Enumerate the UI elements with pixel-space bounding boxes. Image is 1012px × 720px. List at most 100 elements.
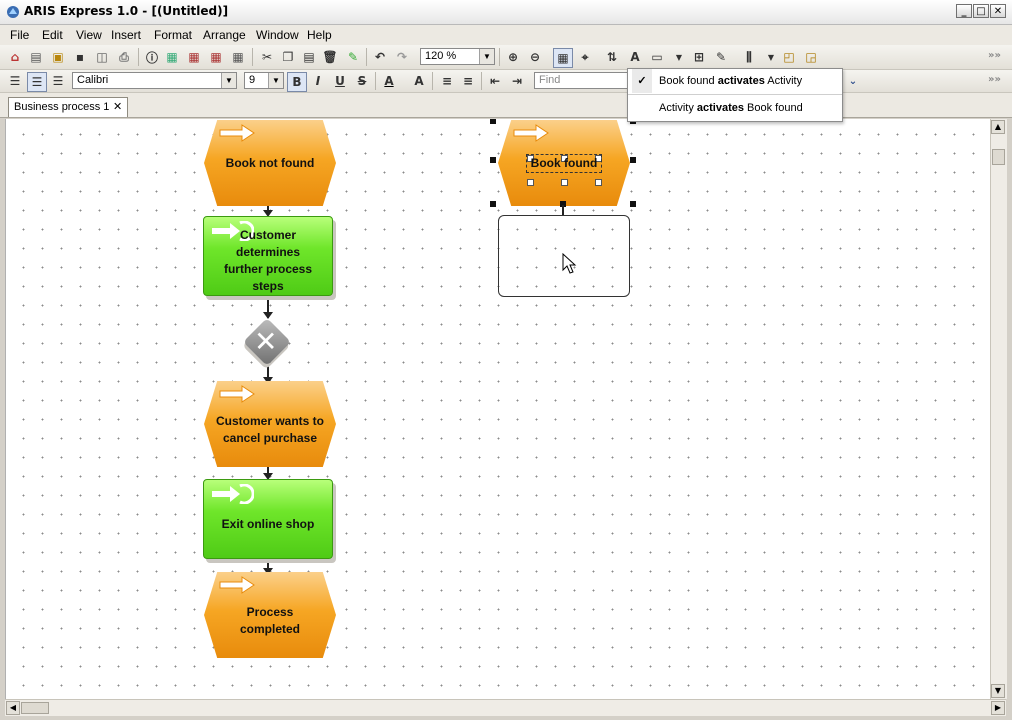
minimize-button[interactable]: _ — [956, 4, 972, 18]
function-arrow-icon — [212, 484, 254, 504]
text-handle[interactable] — [561, 179, 568, 186]
chevron-down-icon[interactable]: ⌄ — [844, 72, 862, 90]
align-center-icon[interactable]: ☰ — [27, 72, 47, 92]
zoom-select[interactable]: 120 % ▼ — [420, 48, 495, 65]
align-left-icon[interactable]: ☰ — [6, 72, 24, 90]
format-painter-icon[interactable]: ✎ — [344, 48, 362, 66]
font-size-select[interactable]: 9 ▼ — [244, 72, 284, 89]
underline-button[interactable]: U — [331, 72, 349, 90]
snap-icon[interactable]: ⌖ — [576, 48, 594, 66]
undo-icon[interactable]: ↶ — [371, 48, 389, 66]
diagram-canvas[interactable]: Book not found Customer determines furth… — [5, 119, 991, 699]
zoom-out-icon[interactable]: ⊖ — [526, 48, 544, 66]
toolbar-overflow[interactable]: »» — [988, 74, 1001, 85]
function-customer-determines[interactable]: Customer determines further process step… — [203, 216, 333, 296]
font-color-icon[interactable]: A — [380, 72, 398, 90]
bold-button[interactable]: B — [287, 72, 307, 92]
selection-handle[interactable] — [490, 119, 496, 124]
selection-handle[interactable] — [490, 201, 496, 207]
menu-format[interactable]: Format — [154, 28, 192, 42]
copy-icon[interactable]: ❐ — [279, 48, 297, 66]
align-right-icon[interactable]: ☰ — [49, 72, 67, 90]
menu-insert[interactable]: Insert — [111, 28, 141, 42]
edit-style-icon[interactable]: ✎ — [712, 48, 730, 66]
connection-option-activity-activates-book-found[interactable]: Activity activates Book found — [628, 96, 842, 121]
bullet-list-icon[interactable]: ≡ — [459, 72, 477, 90]
grid-icon[interactable]: ▦ — [553, 48, 573, 68]
find-input[interactable]: Find — [534, 72, 630, 89]
text-handle[interactable] — [527, 179, 534, 186]
maximize-button[interactable]: □ — [973, 4, 989, 18]
close-button[interactable]: ✕ — [990, 4, 1006, 18]
layout-icon[interactable]: ⊞ — [690, 48, 708, 66]
clear-format-icon[interactable]: A — [410, 72, 428, 90]
menu-arrange[interactable]: Arrange — [203, 28, 246, 42]
chevron-down-icon[interactable]: ▼ — [221, 73, 236, 88]
print-preview-icon[interactable]: ◫ — [93, 48, 111, 66]
export-svg-icon[interactable]: ▦ — [229, 48, 247, 66]
export-rtf-icon[interactable]: ▦ — [207, 48, 225, 66]
option-source: Book found — [659, 75, 718, 87]
new-icon[interactable]: ▤ — [27, 48, 45, 66]
xor-connector[interactable]: ✕ — [242, 317, 294, 369]
scroll-left-icon[interactable]: ◀ — [6, 701, 20, 715]
selection-handle[interactable] — [490, 157, 496, 163]
attribute-icon[interactable]: A — [626, 48, 644, 66]
zoom-in-icon[interactable]: ⊕ — [504, 48, 522, 66]
export-emf-icon[interactable]: ▦ — [163, 48, 181, 66]
event-book-not-found[interactable]: Book not found — [204, 120, 339, 210]
selection-handle[interactable] — [630, 201, 636, 207]
print-icon[interactable]: ⎙ — [115, 48, 133, 66]
open-icon[interactable]: ▣ — [49, 48, 67, 66]
paste-icon[interactable]: ▤ — [300, 48, 318, 66]
strike-button[interactable]: S — [353, 72, 371, 90]
font-select[interactable]: Calibri ▼ — [72, 72, 237, 89]
align-icon[interactable]: ⫼ — [740, 48, 758, 66]
node-label: Customer wants to cancel purchase — [216, 414, 325, 445]
italic-button[interactable]: I — [309, 72, 327, 90]
menu-file[interactable]: File — [10, 28, 29, 42]
chevron-down-icon[interactable]: ▼ — [268, 73, 283, 88]
text-direction-icon[interactable]: ⇅ — [603, 48, 621, 66]
tab-business-process-1[interactable]: Business process 1 ✕ — [8, 97, 128, 117]
connection-option-book-found-activates-activity[interactable]: ✓ Book found activates Activity — [628, 69, 842, 95]
cut-icon[interactable]: ✂ — [258, 48, 276, 66]
menu-window[interactable]: Window — [256, 28, 299, 42]
bring-front-icon[interactable]: ◰ — [780, 48, 798, 66]
save-icon[interactable]: ▪ — [71, 48, 89, 66]
chevron-down-icon[interactable]: ▼ — [762, 48, 780, 66]
export-pdf-icon[interactable]: ▦ — [185, 48, 203, 66]
event-book-found[interactable]: Book found — [498, 120, 633, 210]
shape-select-icon[interactable]: ▭ — [648, 48, 666, 66]
scroll-thumb[interactable] — [992, 149, 1005, 165]
scroll-up-icon[interactable]: ▲ — [991, 120, 1005, 134]
info-icon[interactable]: ⓘ — [143, 48, 161, 66]
selection-handle[interactable] — [630, 157, 636, 163]
menu-help[interactable]: Help — [307, 28, 332, 42]
event-process-completed[interactable]: Process completed — [204, 572, 339, 662]
option-relation: activates — [696, 102, 744, 114]
numbered-list-icon[interactable]: ≡ — [438, 72, 456, 90]
vertical-scrollbar[interactable]: ▲ ▼ — [990, 119, 1007, 699]
redo-icon[interactable]: ↷ — [393, 48, 411, 66]
chevron-down-icon[interactable]: ▼ — [670, 48, 688, 66]
scroll-thumb[interactable] — [21, 702, 49, 714]
function-exit-online-shop[interactable]: Exit online shop — [203, 479, 333, 559]
horizontal-scrollbar[interactable]: ◀ ▶ — [5, 699, 1006, 716]
menu-edit[interactable]: Edit — [42, 28, 63, 42]
node-label: Book found — [525, 153, 603, 173]
close-tab-icon[interactable]: ✕ — [113, 100, 122, 113]
outdent-icon[interactable]: ⇤ — [486, 72, 504, 90]
indent-icon[interactable]: ⇥ — [508, 72, 526, 90]
delete-icon[interactable]: 🗑 — [321, 48, 339, 66]
scroll-right-icon[interactable]: ▶ — [991, 701, 1005, 715]
text-handle[interactable] — [595, 179, 602, 186]
toolbar-overflow[interactable]: »» — [988, 50, 1001, 61]
scroll-down-icon[interactable]: ▼ — [991, 684, 1005, 698]
node-label: Process completed — [239, 605, 300, 636]
menu-view[interactable]: View — [76, 28, 102, 42]
chevron-down-icon[interactable]: ▼ — [479, 49, 494, 64]
send-back-icon[interactable]: ◲ — [802, 48, 820, 66]
event-customer-wants-to-cancel[interactable]: Customer wants to cancel purchase — [204, 381, 339, 471]
home-icon[interactable]: ⌂ — [6, 48, 24, 66]
